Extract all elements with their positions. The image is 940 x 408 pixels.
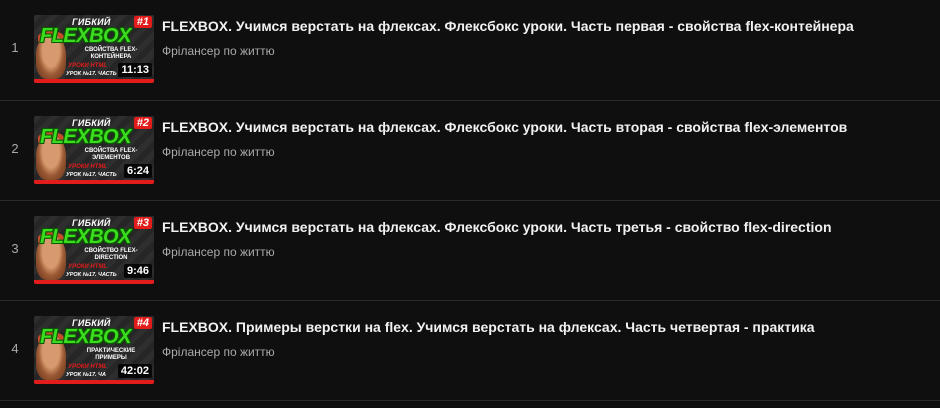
watched-progress-bar bbox=[34, 280, 154, 284]
part-badge: #3 bbox=[133, 217, 152, 229]
duration-badge: 9:46 bbox=[123, 264, 152, 278]
thumbnail-series: УРОКИ HTML bbox=[68, 264, 108, 270]
item-index: 3 bbox=[11, 241, 19, 256]
video-meta: FLEXBOX. Учимся верстать на флексах. Фле… bbox=[162, 217, 930, 259]
video-meta: FLEXBOX. Примеры верстки на flex. Учимся… bbox=[162, 317, 930, 359]
playlist-item[interactable]: 4 ГИБКИЙ #4 FLEXBOX ПРАКТИЧЕСКИЕ ПРИМЕРЫ… bbox=[0, 301, 940, 401]
channel-name[interactable]: Фрілансер по життю bbox=[162, 145, 930, 159]
video-thumbnail[interactable]: ГИБКИЙ #2 FLEXBOX свойства FLEX-ЭЛЕМЕНТО… bbox=[34, 116, 154, 184]
thumbnail-subtitle: ПРАКТИЧЕСКИЕ ПРИМЕРЫ bbox=[86, 348, 136, 361]
thumbnail-series: УРОКИ HTML bbox=[68, 164, 108, 170]
video-meta: FLEXBOX. Учимся верстать на флексах. Фле… bbox=[162, 16, 930, 58]
thumbnail-lesson: УРОК №17. ЧАСТЬ bbox=[66, 71, 117, 77]
video-title[interactable]: FLEXBOX. Примеры верстки на flex. Учимся… bbox=[162, 317, 930, 337]
video-title[interactable]: FLEXBOX. Учимся верстать на флексах. Фле… bbox=[162, 217, 930, 237]
thumbnail-lesson: УРОК №17. ЧА bbox=[66, 372, 106, 378]
thumbnail-brand: FLEXBOX bbox=[40, 226, 131, 248]
duration-badge: 11:13 bbox=[118, 63, 152, 77]
video-meta: FLEXBOX. Учимся верстать на флексах. Фле… bbox=[162, 117, 930, 159]
video-thumbnail[interactable]: ГИБКИЙ #3 FLEXBOX свойство FLEX-DIRECTIO… bbox=[34, 216, 154, 284]
playlist-item[interactable]: 1 ГИБКИЙ #1 FLEXBOX свойства FLEX-КОНТЕЙ… bbox=[0, 0, 940, 101]
duration-badge: 6:24 bbox=[123, 164, 152, 178]
thumbnail-subtitle: свойства FLEX-КОНТЕЙНЕРА bbox=[84, 47, 138, 60]
video-title[interactable]: FLEXBOX. Учимся верстать на флексах. Фле… bbox=[162, 16, 930, 36]
thumbnail-brand: FLEXBOX bbox=[40, 326, 131, 348]
video-thumbnail[interactable]: ГИБКИЙ #1 FLEXBOX свойства FLEX-КОНТЕЙНЕ… bbox=[34, 15, 154, 83]
watched-progress-bar bbox=[34, 380, 154, 384]
watched-progress-bar bbox=[34, 180, 154, 184]
watched-progress-bar bbox=[34, 79, 154, 83]
item-index: 1 bbox=[11, 40, 19, 55]
thumbnail-series: УРОКИ HTML bbox=[68, 364, 108, 370]
channel-name[interactable]: Фрілансер по життю bbox=[162, 345, 930, 359]
item-index: 2 bbox=[11, 141, 19, 156]
channel-name[interactable]: Фрілансер по життю bbox=[162, 245, 930, 259]
playlist-item[interactable]: 2 ГИБКИЙ #2 FLEXBOX свойства FLEX-ЭЛЕМЕН… bbox=[0, 101, 940, 201]
part-badge: #2 bbox=[133, 117, 152, 129]
video-title[interactable]: FLEXBOX. Учимся верстать на флексах. Фле… bbox=[162, 117, 930, 137]
thumbnail-brand: FLEXBOX bbox=[40, 25, 131, 47]
thumbnail-subtitle: свойство FLEX-DIRECTION bbox=[84, 248, 138, 261]
channel-name[interactable]: Фрілансер по життю bbox=[162, 44, 930, 58]
part-badge: #4 bbox=[133, 317, 152, 329]
video-thumbnail[interactable]: ГИБКИЙ #4 FLEXBOX ПРАКТИЧЕСКИЕ ПРИМЕРЫ У… bbox=[34, 316, 154, 384]
thumbnail-subtitle: свойства FLEX-ЭЛЕМЕНТОВ bbox=[84, 148, 138, 161]
playlist-video-list: 1 ГИБКИЙ #1 FLEXBOX свойства FLEX-КОНТЕЙ… bbox=[0, 0, 940, 401]
thumbnail-lesson: УРОК №17. ЧАСТЬ bbox=[66, 172, 117, 178]
thumbnail-lesson: УРОК №17. ЧАСТЬ bbox=[66, 272, 117, 278]
item-index: 4 bbox=[11, 341, 19, 356]
thumbnail-brand: FLEXBOX bbox=[40, 126, 131, 148]
duration-badge: 42:02 bbox=[117, 364, 152, 378]
playlist-item[interactable]: 3 ГИБКИЙ #3 FLEXBOX свойство FLEX-DIRECT… bbox=[0, 201, 940, 301]
part-badge: #1 bbox=[133, 16, 152, 28]
thumbnail-series: УРОКИ HTML bbox=[68, 63, 108, 69]
